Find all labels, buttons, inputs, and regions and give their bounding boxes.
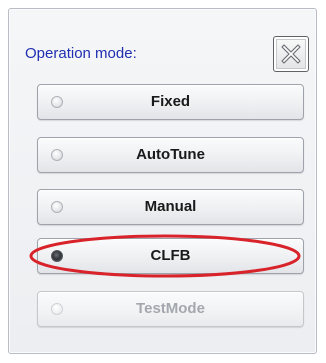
mode-button-autotune[interactable]: AutoTune [37, 137, 304, 173]
mode-label: Fixed [150, 93, 191, 110]
mode-button-clfb[interactable]: CLFB [37, 238, 304, 274]
dialog-title: Operation mode: [25, 45, 137, 62]
close-button[interactable] [273, 36, 309, 72]
mode-label: TestMode [136, 300, 205, 317]
mode-label: CLFB [150, 247, 191, 264]
mode-label: AutoTune [136, 146, 205, 163]
close-x-icon [281, 44, 301, 64]
mode-label: Manual [144, 198, 197, 215]
mode-button-testmode: TestMode [37, 291, 304, 327]
mode-button-manual[interactable]: Manual [37, 189, 304, 225]
mode-button-fixed[interactable]: Fixed [37, 84, 304, 120]
